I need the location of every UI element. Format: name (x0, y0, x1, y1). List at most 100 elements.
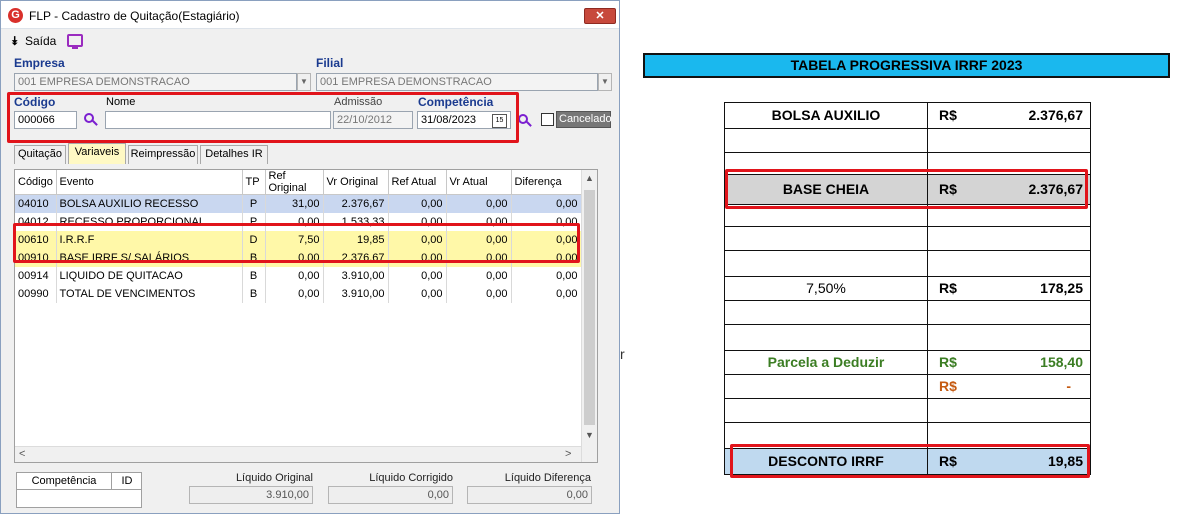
competencia-table: Competência ID (16, 472, 142, 508)
cell-diferenca: 0,00 (511, 266, 582, 285)
tab-detalhes-ir[interactable]: Detalhes IR (200, 145, 268, 164)
liquido-diferenca-label: Líquido Diferença (504, 472, 591, 484)
liquido-original-label: Líquido Original (235, 472, 313, 484)
table-row[interactable]: 00990 TOTAL DE VENCIMENTOS B 0,00 3.910,… (15, 284, 582, 303)
cell-evento: TOTAL DE VENCIMENTOS (56, 284, 243, 303)
variaveis-grid: Código Evento TP Ref Original Vr Origina… (14, 169, 598, 463)
parcela-value: 158,40 (1040, 354, 1083, 370)
parcela-currency: R$ (939, 354, 957, 370)
empty-cell (725, 227, 928, 250)
row-bolsa: BOLSA AUXILIO R$ 2.376,67 (725, 103, 1090, 129)
cell-vr-atual: 0,00 (446, 284, 512, 303)
col-header-ref-atual[interactable]: Ref Atual (388, 170, 447, 195)
col-header-ref-original[interactable]: Ref Original (265, 170, 324, 195)
scroll-left-icon[interactable]: < (19, 448, 25, 460)
col-header-vr-atual[interactable]: Vr Atual (446, 170, 512, 195)
row-empty (725, 399, 1090, 423)
cell-ref-original: 0,00 (265, 284, 324, 303)
row-empty (725, 227, 1090, 251)
empty-cell (725, 129, 928, 152)
cell-diferenca: 0,00 (511, 194, 582, 213)
monitor-icon[interactable] (67, 34, 83, 49)
row-empty (725, 129, 1090, 153)
tab-reimpressao[interactable]: Reimpressão (128, 145, 198, 164)
vertical-scroll-thumb[interactable] (584, 190, 595, 425)
cell-ref-atual: 0,00 (388, 266, 447, 285)
col-header-diferenca[interactable]: Diferença (511, 170, 582, 195)
cell-evento: BOLSA AUXILIO RECESSO (56, 194, 243, 213)
cell-tp: B (242, 284, 266, 303)
bolsa-label: BOLSA AUXILIO (725, 103, 928, 128)
empresa-dropdown-button[interactable]: ▼ (297, 73, 311, 91)
col-header-codigo[interactable]: Código (15, 170, 57, 195)
liquido-corrigido-label: Líquido Corrigido (369, 472, 453, 484)
irrf-table: BOLSA AUXILIO R$ 2.376,67 BASE CHEIA R$ … (724, 102, 1091, 475)
cell-ref-atual: 0,00 (388, 284, 447, 303)
filial-dropdown-button[interactable]: ▼ (598, 73, 612, 91)
dash-value: - (1066, 378, 1071, 394)
cell-codigo: 04010 (15, 194, 57, 213)
horizontal-scrollbar[interactable]: < > (15, 446, 581, 462)
aliquota-currency: R$ (939, 280, 957, 296)
menu-bar: ⯯ Saída (1, 30, 619, 52)
row-aliquota: 7,50% R$ 178,25 (725, 277, 1090, 301)
table-row[interactable]: 00914 LIQUIDO DE QUITACAO B 0,00 3.910,0… (15, 266, 582, 285)
cancelado-checkbox[interactable] (541, 113, 554, 126)
tab-quitacao[interactable]: Quitação (14, 145, 66, 164)
col-header-vr-original[interactable]: Vr Original (323, 170, 389, 195)
filial-select[interactable]: 001 EMPRESA DEMONSTRACAO (316, 73, 598, 91)
id-column-header[interactable]: ID (112, 473, 142, 490)
scroll-down-icon[interactable]: ▼ (585, 430, 594, 440)
aliquota-value: 178,25 (1040, 280, 1083, 296)
liquido-corrigido-field: 0,00 (328, 486, 453, 504)
row-dash: R$ - (725, 375, 1090, 399)
cell-ref-original: 31,00 (265, 194, 324, 213)
cell-diferenca: 0,00 (511, 284, 582, 303)
liquido-diferenca-field: 0,00 (467, 486, 592, 504)
empty-cell (725, 325, 928, 350)
bolsa-currency: R$ (939, 107, 957, 123)
parcela-label: Parcela a Deduzir (725, 351, 928, 374)
highlight-box-irrf-rows (13, 223, 580, 263)
cell-vr-original: 3.910,00 (323, 266, 389, 285)
irrf-table-title: TABELA PROGRESSIVA IRRF 2023 (643, 53, 1170, 78)
row-empty (725, 325, 1090, 351)
cell-tp: P (242, 194, 266, 213)
cancelado-label: Cancelado (556, 111, 612, 128)
cell-vr-original: 3.910,00 (323, 284, 389, 303)
table-row[interactable]: 04010 BOLSA AUXILIO RECESSO P 31,00 2.37… (15, 194, 582, 213)
stray-character: r (620, 346, 625, 362)
scroll-up-icon[interactable]: ▲ (585, 173, 594, 183)
row-empty (725, 301, 1090, 325)
cell-vr-atual: 0,00 (446, 266, 512, 285)
empty-cell (725, 251, 928, 276)
dash-currency: R$ (939, 378, 957, 394)
cell-ref-atual: 0,00 (388, 194, 447, 213)
cell-vr-original: 2.376,67 (323, 194, 389, 213)
liquido-original-field: 3.910,00 (189, 486, 313, 504)
close-button[interactable]: ✕ (584, 8, 616, 24)
table-header-row: Código Evento TP Ref Original Vr Origina… (15, 170, 582, 195)
search-competencia-icon[interactable] (517, 113, 533, 129)
empresa-select[interactable]: 001 EMPRESA DEMONSTRACAO (14, 73, 297, 91)
tab-variaveis[interactable]: Variaveis (68, 143, 126, 164)
exit-menu-item[interactable]: ⯯ Saída (11, 34, 56, 49)
window-title: FLP - Cadastro de Quitação(Estagiário) (29, 9, 240, 23)
exit-label: Saída (25, 34, 57, 48)
col-header-tp[interactable]: TP (242, 170, 266, 195)
competencia-column-header[interactable]: Competência (17, 473, 112, 490)
app-logo-icon: G (8, 8, 23, 23)
row-parcela: Parcela a Deduzir R$ 158,40 (725, 351, 1090, 375)
cell-evento: LIQUIDO DE QUITACAO (56, 266, 243, 285)
empresa-label: Empresa (14, 56, 65, 70)
title-bar: G FLP - Cadastro de Quitação(Estagiário)… (1, 1, 619, 29)
exit-arrow-icon: ⯯ (11, 34, 19, 48)
vertical-scrollbar[interactable]: ▲ ▼ (581, 170, 597, 462)
cell-codigo: 00990 (15, 284, 57, 303)
empty-cell (725, 399, 928, 422)
col-header-evento[interactable]: Evento (56, 170, 243, 195)
cell-tp: B (242, 266, 266, 285)
cell-codigo: 00914 (15, 266, 57, 285)
filial-label: Filial (316, 56, 344, 70)
scroll-right-icon[interactable]: > (565, 448, 571, 460)
